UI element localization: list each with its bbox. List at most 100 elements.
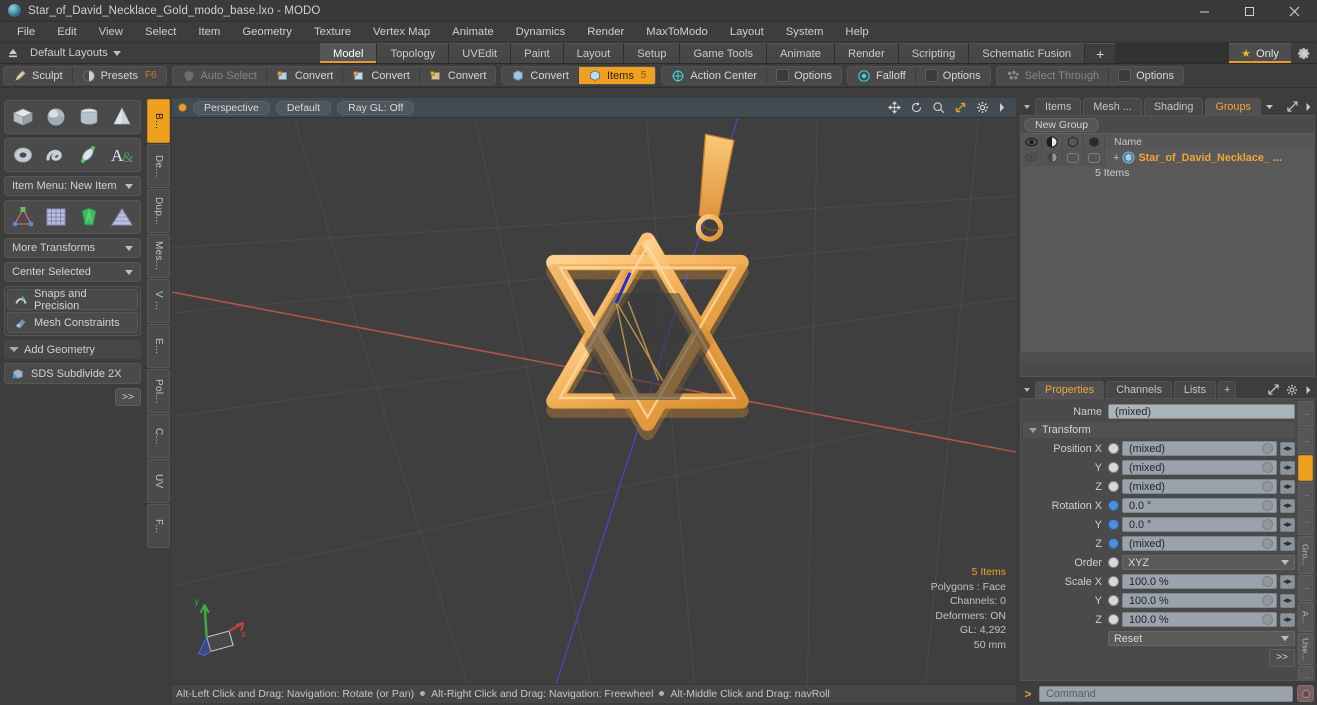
default-layouts-dropdown[interactable]: Default Layouts bbox=[26, 47, 121, 59]
3d-viewport[interactable]: y x 5 Items Polygons : Face Channels: 0 … bbox=[172, 118, 1016, 684]
vtab-basic[interactable]: B... bbox=[147, 99, 170, 143]
tab-render[interactable]: Render bbox=[835, 43, 899, 63]
add-geometry-section[interactable]: Add Geometry bbox=[4, 340, 141, 359]
menu-item-select[interactable]: Select bbox=[134, 22, 187, 43]
expand-icon[interactable] bbox=[1287, 101, 1298, 112]
menu-item-edit[interactable]: Edit bbox=[46, 22, 87, 43]
position-y-stepper[interactable]: ◂▸ bbox=[1280, 460, 1295, 475]
menu-item-render[interactable]: Render bbox=[576, 22, 635, 43]
knob-icon[interactable] bbox=[1262, 538, 1273, 549]
knob-icon[interactable] bbox=[1262, 462, 1273, 473]
record-icon[interactable] bbox=[1297, 685, 1314, 702]
tab-paint[interactable]: Paint bbox=[511, 43, 564, 63]
row-shade-icon[interactable] bbox=[1042, 149, 1063, 166]
chevron-right-icon[interactable] bbox=[1305, 102, 1312, 112]
pvtab-attributes[interactable]: A... bbox=[1298, 602, 1313, 632]
transform-section-header[interactable]: Transform bbox=[1023, 422, 1295, 438]
panel-collapse-icon[interactable] bbox=[1020, 381, 1033, 398]
knob-icon[interactable] bbox=[1262, 595, 1273, 606]
properties-expand-button[interactable]: >> bbox=[1269, 648, 1295, 667]
rotation-x-field[interactable]: 0.0 ° bbox=[1122, 498, 1277, 513]
rotation-x-radio[interactable] bbox=[1108, 500, 1119, 511]
vtab-deform[interactable]: De... bbox=[147, 144, 170, 188]
gear-icon[interactable] bbox=[976, 101, 989, 114]
auto-select-button[interactable]: Auto Select bbox=[172, 67, 267, 84]
tab-mesh[interactable]: Mesh ... bbox=[1083, 98, 1142, 115]
shading-dropdown[interactable]: Default bbox=[275, 100, 332, 115]
teardrop-tool[interactable] bbox=[73, 141, 105, 169]
rotate-icon[interactable] bbox=[910, 101, 923, 114]
rotation-y-radio[interactable] bbox=[1108, 519, 1119, 530]
chevron-down-icon[interactable] bbox=[1263, 98, 1276, 115]
pvtab-2[interactable]: ⋮ bbox=[1298, 428, 1313, 454]
action-center-button[interactable]: Action Center bbox=[662, 67, 768, 84]
menu-item-layout[interactable]: Layout bbox=[719, 22, 775, 43]
zoom-icon[interactable] bbox=[932, 101, 945, 114]
fit-icon[interactable] bbox=[954, 101, 967, 114]
cube-tool[interactable] bbox=[7, 103, 39, 131]
terrain-tool[interactable] bbox=[106, 203, 138, 231]
convert-polygon-button[interactable]: Convert bbox=[419, 67, 496, 84]
up-arrow-icon[interactable] bbox=[0, 47, 26, 59]
pvtab-10[interactable]: ⋮ bbox=[1298, 666, 1313, 680]
gear-icon[interactable] bbox=[1291, 43, 1317, 63]
falloff-button[interactable]: Falloff bbox=[847, 67, 916, 84]
rotation-y-stepper[interactable]: ◂▸ bbox=[1280, 517, 1295, 532]
pvtab-4[interactable]: ⋮ bbox=[1298, 482, 1313, 508]
menu-item-view[interactable]: View bbox=[88, 22, 134, 43]
move-icon[interactable] bbox=[888, 101, 901, 114]
view-mode-dropdown[interactable]: Perspective bbox=[193, 100, 270, 115]
cone-tool[interactable] bbox=[106, 103, 138, 131]
vtab-duplicate[interactable]: Dup... bbox=[147, 189, 170, 233]
torus-tool[interactable] bbox=[7, 141, 39, 169]
scale-z-radio[interactable] bbox=[1108, 614, 1119, 625]
falloff-options-button[interactable]: Options bbox=[915, 67, 990, 84]
grid-tool[interactable] bbox=[40, 203, 72, 231]
sculpt-button[interactable]: Sculpt bbox=[4, 67, 73, 84]
scale-x-stepper[interactable]: ◂▸ bbox=[1280, 574, 1295, 589]
knob-icon[interactable] bbox=[1262, 519, 1273, 530]
row-select-checkbox[interactable] bbox=[1084, 149, 1105, 166]
mesh-constraints-button[interactable]: Mesh Constraints bbox=[7, 312, 138, 333]
tab-items[interactable]: Items bbox=[1035, 98, 1082, 115]
position-x-stepper[interactable]: ◂▸ bbox=[1280, 441, 1295, 456]
vtab-fusion[interactable]: F... bbox=[147, 504, 170, 548]
vtab-polygon[interactable]: Pol... bbox=[147, 369, 170, 413]
pvtab-7[interactable]: ⋮ bbox=[1298, 575, 1313, 601]
pvtab-user[interactable]: Use... bbox=[1298, 633, 1313, 665]
pvtab-groups[interactable]: Gro... bbox=[1298, 536, 1313, 574]
knob-icon[interactable] bbox=[1262, 443, 1273, 454]
pvtab-5[interactable]: ⋮ bbox=[1298, 509, 1313, 535]
tab-schematic-fusion[interactable]: Schematic Fusion bbox=[969, 43, 1086, 63]
spiral-tool[interactable] bbox=[40, 141, 72, 169]
rotation-z-field[interactable]: (mixed) bbox=[1122, 536, 1277, 551]
tab-setup[interactable]: Setup bbox=[624, 43, 681, 63]
viewport-menu-dot[interactable] bbox=[178, 103, 187, 112]
pvtab-3-active[interactable]: ⋮ bbox=[1298, 455, 1313, 481]
snaps-and-precision-button[interactable]: Snaps and Precision bbox=[7, 288, 138, 312]
minimize-icon[interactable] bbox=[1182, 0, 1227, 22]
eye-icon[interactable] bbox=[1021, 134, 1042, 149]
position-y-field[interactable]: (mixed) bbox=[1122, 460, 1277, 475]
gear-icon[interactable] bbox=[1286, 384, 1298, 396]
tab-groups[interactable]: Groups bbox=[1205, 98, 1261, 115]
new-group-button[interactable]: New Group bbox=[1024, 117, 1100, 132]
scale-z-field[interactable]: 100.0 % bbox=[1122, 612, 1277, 627]
scale-y-radio[interactable] bbox=[1108, 595, 1119, 606]
pvtab-1[interactable]: ⋮ bbox=[1298, 401, 1313, 427]
joint-tool[interactable] bbox=[7, 203, 39, 231]
chevron-right-icon[interactable] bbox=[1305, 385, 1312, 395]
only-toggle-button[interactable]: ★ Only bbox=[1229, 43, 1291, 63]
knob-icon[interactable] bbox=[1262, 614, 1273, 625]
tab-channels[interactable]: Channels bbox=[1106, 381, 1172, 398]
menu-item-vertex-map[interactable]: Vertex Map bbox=[362, 22, 441, 43]
tab-lists[interactable]: Lists bbox=[1173, 381, 1217, 398]
menu-item-animate[interactable]: Animate bbox=[441, 22, 504, 43]
select-through-button[interactable]: Select Through bbox=[996, 67, 1110, 84]
menu-item-system[interactable]: System bbox=[775, 22, 835, 43]
gem-tool[interactable] bbox=[73, 203, 105, 231]
tree-empty-area[interactable] bbox=[1021, 182, 1314, 352]
rotation-x-stepper[interactable]: ◂▸ bbox=[1280, 498, 1295, 513]
tab-animate[interactable]: Animate bbox=[766, 43, 835, 63]
rotation-z-stepper[interactable]: ◂▸ bbox=[1280, 536, 1295, 551]
